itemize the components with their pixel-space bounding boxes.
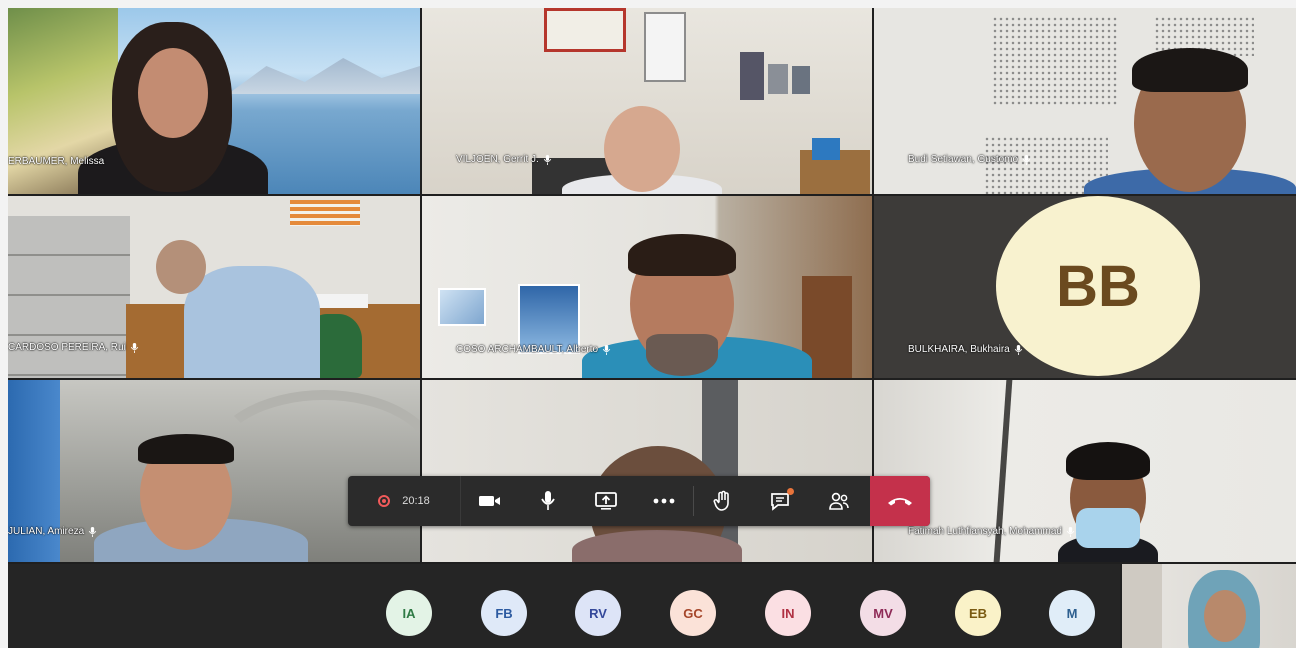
video-tile-4[interactable]: CARDOSO PEREIRA, Rui (8, 196, 420, 378)
participant-avatar-large: BB (996, 196, 1200, 376)
chat-button[interactable] (752, 476, 810, 526)
avatar-initials: IA (402, 605, 416, 621)
hang-up-button[interactable] (870, 476, 930, 526)
wall-poster (768, 64, 788, 94)
meeting-timer: 20:18 (402, 495, 430, 507)
participant-avatar[interactable]: MV (860, 590, 906, 636)
desk-object (812, 138, 840, 160)
participant-face (138, 48, 208, 138)
mic-icon (88, 526, 97, 537)
participant-name: VILJOEN, Gerrit J. (456, 154, 552, 165)
participant-face (156, 240, 206, 294)
share-screen-icon (595, 492, 617, 510)
wall-chart (290, 200, 360, 226)
mic-icon (1066, 526, 1075, 537)
mic-icon (130, 342, 138, 353)
video-tile-9[interactable]: Fatimah Luthfiansyah, Mohammad (874, 380, 1296, 562)
avatar-initials: FB (495, 605, 513, 621)
participant-avatar[interactable]: RV (575, 590, 621, 636)
raise-hand-button[interactable] (694, 476, 752, 526)
filing-cabinet (8, 216, 130, 378)
participant-avatar[interactable]: IA (386, 590, 432, 636)
participant-hair (1132, 48, 1248, 92)
video-tile-5[interactable]: COSO ARCHAMBAULT, Alberto (422, 196, 872, 378)
participant-face (604, 106, 680, 192)
wall-poster (740, 52, 764, 100)
video-tile-7[interactable]: JULIAN, Amireza (8, 380, 420, 562)
participant-hair (138, 434, 234, 464)
avatar-initials: IN (781, 605, 795, 621)
meeting-stage: ERBAUMER, Melissa VILJOEN, Gerrit J. Bud… (8, 8, 1296, 648)
microphone-icon (541, 491, 555, 510)
wall-speaker-panel (992, 16, 1118, 106)
participant-name: JULIAN, Amireza (8, 526, 97, 537)
video-tile-3[interactable]: Budi Setiawan, Gustomo (874, 8, 1296, 194)
more-options-button[interactable] (635, 476, 693, 526)
wall-frame (544, 8, 626, 52)
face-mask (1076, 508, 1140, 548)
participant-name: CARDOSO PEREIRA, Rui (8, 342, 139, 353)
hang-up-icon (888, 498, 912, 506)
participants-button[interactable] (810, 476, 868, 526)
avatar-initials: MV (873, 605, 893, 621)
recording-indicator: 20:18 (348, 476, 461, 526)
self-view[interactable] (1122, 564, 1296, 648)
avatar-initials: RV (589, 605, 607, 621)
unread-dot (787, 488, 794, 495)
participant-avatar[interactable]: FB (481, 590, 527, 636)
avatar-initials: GC (683, 605, 703, 621)
people-icon (829, 492, 849, 510)
background-mountains (228, 58, 420, 94)
mic-icon (602, 344, 611, 355)
participant-beard (646, 334, 718, 376)
participant-name: Budi Setiawan, Gustomo (908, 154, 1031, 165)
participant-avatar[interactable]: EB (955, 590, 1001, 636)
video-tile-8[interactable] (422, 380, 872, 562)
participant-avatar[interactable]: GC (670, 590, 716, 636)
record-icon (378, 495, 391, 507)
camera-icon (479, 496, 500, 506)
camera-toggle-button[interactable] (461, 476, 519, 526)
wall-certificate (644, 12, 686, 82)
participant-body (572, 530, 742, 562)
participants-strip (8, 564, 1120, 648)
wall-picture (438, 288, 486, 326)
avatar-initials: M (1066, 605, 1078, 621)
video-tile-1[interactable]: ERBAUMER, Melissa (8, 8, 420, 194)
avatar-initials: EB (968, 605, 988, 621)
participant-name: ERBAUMER, Melissa (8, 156, 105, 167)
participant-face (1204, 590, 1246, 642)
participant-name: COSO ARCHAMBAULT, Alberto (456, 344, 611, 355)
raise-hand-icon (713, 490, 729, 511)
participant-hair (1066, 442, 1150, 480)
mic-icon (1022, 154, 1031, 165)
wall-poster (792, 66, 810, 94)
participant-name: BULKHAIRA, Bukhaira (908, 344, 1023, 355)
video-tile-2[interactable]: VILJOEN, Gerrit J. (422, 8, 872, 194)
participant-avatar[interactable]: M (1049, 590, 1095, 636)
background-wall (1122, 564, 1162, 648)
participant-name: Fatimah Luthfiansyah, Mohammad (908, 526, 1075, 537)
more-options-icon (653, 498, 675, 504)
participant-avatar[interactable]: IN (765, 590, 811, 636)
participant-body (184, 266, 320, 378)
meeting-controls-toolbar: 20:18 (348, 476, 930, 526)
microphone-toggle-button[interactable] (519, 476, 577, 526)
mic-icon (543, 154, 551, 165)
participant-hair (628, 234, 736, 276)
share-screen-button[interactable] (577, 476, 635, 526)
